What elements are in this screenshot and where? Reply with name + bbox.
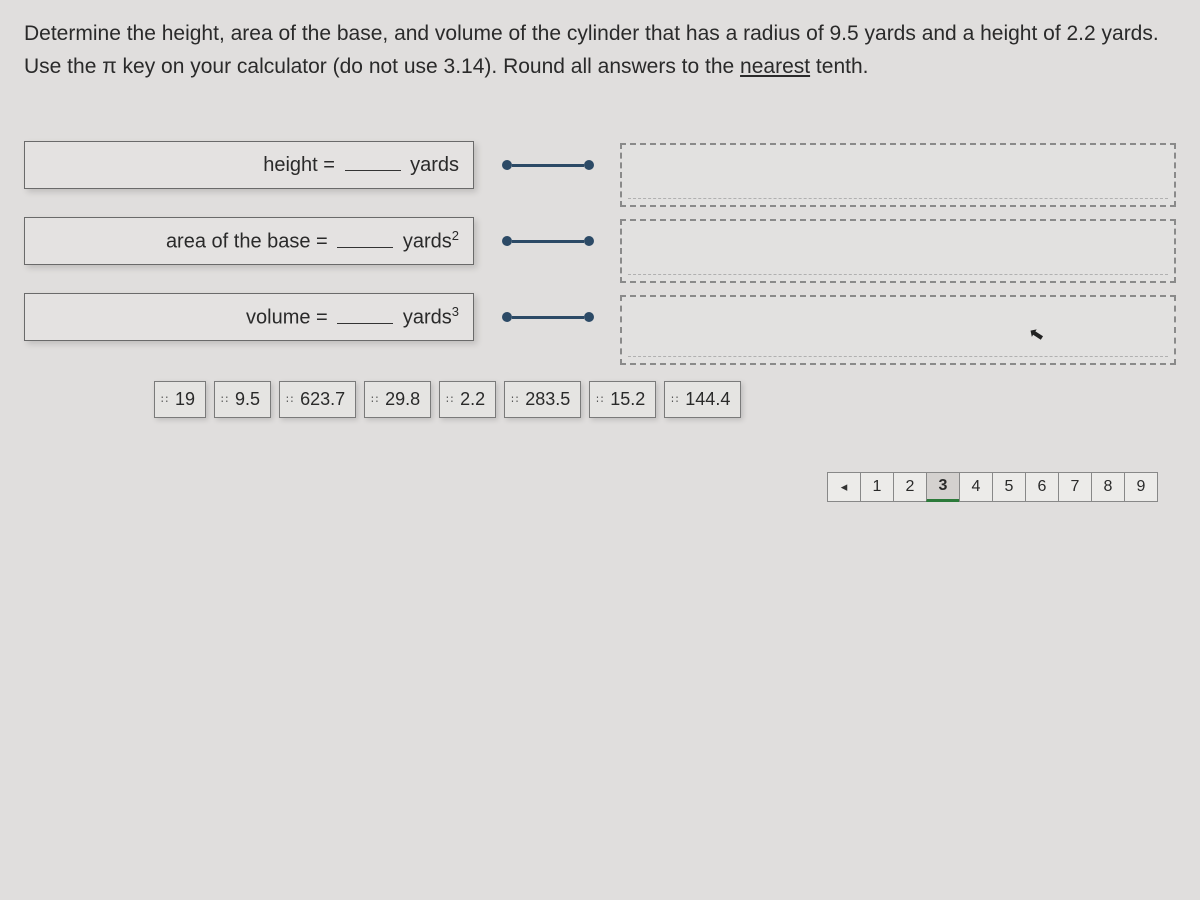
token-bank: ∷19 ∷9.5 ∷623.7 ∷29.8 ∷2.2 ∷283.5 ∷15.2 … <box>24 381 1176 418</box>
blank <box>345 155 401 171</box>
answer-label: height = yards <box>263 154 459 177</box>
pager-6[interactable]: 6 <box>1025 472 1059 502</box>
label-sup: 3 <box>452 304 459 319</box>
token-283-5[interactable]: ∷ 283.5 <box>504 381 581 418</box>
token-label: 9.5 <box>235 389 260 410</box>
pager-label: 4 <box>972 478 981 496</box>
pager-label: 6 <box>1038 478 1047 496</box>
chevron-left-icon: ◂ <box>841 479 848 495</box>
cursor-icon: ⬉ <box>1027 323 1046 347</box>
label-post: yards <box>403 231 452 253</box>
grip-icon: ∷ <box>671 397 679 403</box>
drop-target-height[interactable] <box>620 143 1176 207</box>
answer-box-area: area of the base = yards2 <box>24 217 474 265</box>
connector[interactable] <box>502 236 594 246</box>
token-19[interactable]: ∷ 19 <box>154 381 206 418</box>
grip-icon: ∷ <box>371 397 379 403</box>
connector-line <box>512 164 584 167</box>
label-pre: area of the base = <box>166 231 328 253</box>
blank <box>337 308 393 324</box>
question-underline: nearest <box>740 55 810 78</box>
grip-icon: ∷ <box>446 397 454 403</box>
label-pre: height = <box>263 154 335 176</box>
connector-dot-left <box>502 312 512 322</box>
question-body: Determine the height, area of the base, … <box>24 22 1159 78</box>
token-2-2[interactable]: ∷ 2.2 <box>439 381 496 418</box>
label-pre: volume = <box>246 307 328 329</box>
answer-label: area of the base = yards2 <box>166 228 459 254</box>
pager-label: 2 <box>906 478 915 496</box>
pager-8[interactable]: 8 <box>1091 472 1125 502</box>
pager-label: 7 <box>1071 478 1080 496</box>
drop-target-area[interactable] <box>620 219 1176 283</box>
pager-label: 8 <box>1104 478 1113 496</box>
token-15-2[interactable]: ∷ 15.2 <box>589 381 656 418</box>
connector-dot-right <box>584 160 594 170</box>
token-label: 19 <box>175 389 195 410</box>
token-29-8[interactable]: ∷ 29.8 <box>364 381 431 418</box>
connector-dot-left <box>502 160 512 170</box>
pager-prev[interactable]: ◂ <box>827 472 861 502</box>
token-9-5[interactable]: ∷ 9.5 <box>214 381 271 418</box>
pager-label: 3 <box>939 477 948 495</box>
answer-label: volume = yards3 <box>246 304 459 330</box>
pager-3[interactable]: 3 <box>926 472 960 502</box>
pager-2[interactable]: 2 <box>893 472 927 502</box>
pager-label: 5 <box>1005 478 1014 496</box>
connector-dot-left <box>502 236 512 246</box>
drop-targets: ⬉ <box>620 139 1176 377</box>
pager-label: 1 <box>873 478 882 496</box>
pager-9[interactable]: 9 <box>1124 472 1158 502</box>
grip-icon: ∷ <box>161 397 169 403</box>
question-text: Determine the height, area of the base, … <box>24 18 1176 83</box>
blank <box>337 232 393 248</box>
connector-dot-right <box>584 236 594 246</box>
label-post: yards <box>410 154 459 176</box>
grip-icon: ∷ <box>511 397 519 403</box>
token-label: 283.5 <box>525 389 570 410</box>
answer-box-height: height = yards <box>24 141 474 189</box>
token-144-4[interactable]: ∷ 144.4 <box>664 381 741 418</box>
question-tail: tenth. <box>810 55 868 78</box>
token-label: 144.4 <box>685 389 730 410</box>
pager-label: 9 <box>1137 478 1146 496</box>
label-post: yards <box>403 307 452 329</box>
connector-line <box>512 316 584 319</box>
connector-dot-right <box>584 312 594 322</box>
token-label: 15.2 <box>610 389 645 410</box>
token-label: 2.2 <box>460 389 485 410</box>
token-label: 29.8 <box>385 389 420 410</box>
token-623-7[interactable]: ∷ 623.7 <box>279 381 356 418</box>
answer-box-volume: volume = yards3 <box>24 293 474 341</box>
pager-7[interactable]: 7 <box>1058 472 1092 502</box>
grip-icon: ∷ <box>596 397 604 403</box>
pager: ◂ 1 2 3 4 5 6 7 8 9 <box>24 472 1176 502</box>
grip-icon: ∷ <box>286 397 294 403</box>
connector[interactable] <box>502 160 594 170</box>
connector[interactable] <box>502 312 594 322</box>
grip-icon: ∷ <box>221 397 229 403</box>
label-sup: 2 <box>452 228 459 243</box>
connector-line <box>512 240 584 243</box>
drop-target-volume[interactable]: ⬉ <box>620 295 1176 365</box>
pager-4[interactable]: 4 <box>959 472 993 502</box>
pager-5[interactable]: 5 <box>992 472 1026 502</box>
work-area: height = yards area of the base = yards2 <box>24 131 1176 542</box>
pager-1[interactable]: 1 <box>860 472 894 502</box>
token-label: 623.7 <box>300 389 345 410</box>
